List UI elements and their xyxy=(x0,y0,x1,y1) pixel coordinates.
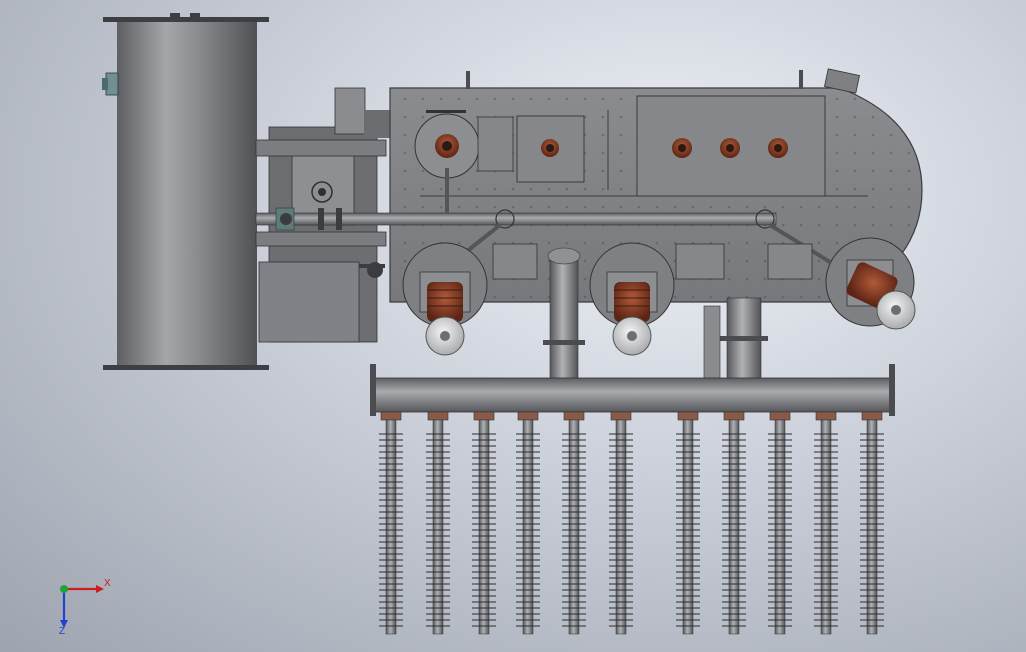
triad-x-label: X xyxy=(104,578,111,589)
electrode-rod[interactable] xyxy=(379,411,403,635)
electrode-rod[interactable] xyxy=(472,411,496,635)
electrode-rod[interactable] xyxy=(516,411,540,635)
downcomer-pipe-right[interactable] xyxy=(703,297,768,381)
inspection-panel-small[interactable] xyxy=(477,116,514,172)
bushing-chamber-1[interactable] xyxy=(402,242,488,356)
triad-x-arrow-icon xyxy=(96,585,104,593)
electrode-rod[interactable] xyxy=(722,411,746,635)
access-panel-3[interactable] xyxy=(767,243,813,280)
triad-y-axis-icon xyxy=(60,585,68,593)
inspection-panel-mid[interactable] xyxy=(516,115,585,183)
electrode-array[interactable] xyxy=(379,411,884,635)
view-triad[interactable]: X Z xyxy=(59,578,111,637)
electrode-rod[interactable] xyxy=(609,411,633,635)
inspection-panel-right[interactable] xyxy=(636,95,826,197)
electrode-rod[interactable] xyxy=(676,411,700,635)
electrode-rod[interactable] xyxy=(814,411,838,635)
vertical-tank[interactable] xyxy=(102,13,269,370)
model-canvas[interactable]: X Z xyxy=(0,0,1026,652)
triad-z-label: Z xyxy=(59,626,65,637)
tank-side-nozzle[interactable] xyxy=(102,72,119,96)
bushing-chamber-3[interactable] xyxy=(825,237,916,330)
access-panel-2[interactable] xyxy=(675,243,725,280)
cad-viewport[interactable]: X Z xyxy=(0,0,1026,652)
distribution-header[interactable] xyxy=(370,364,895,416)
access-panel-1[interactable] xyxy=(492,243,538,280)
electrode-rod[interactable] xyxy=(768,411,792,635)
electrode-rod[interactable] xyxy=(426,411,450,635)
electrode-rod[interactable] xyxy=(860,411,884,635)
electrode-rod[interactable] xyxy=(562,411,586,635)
bushing-chamber-2[interactable] xyxy=(589,242,675,356)
